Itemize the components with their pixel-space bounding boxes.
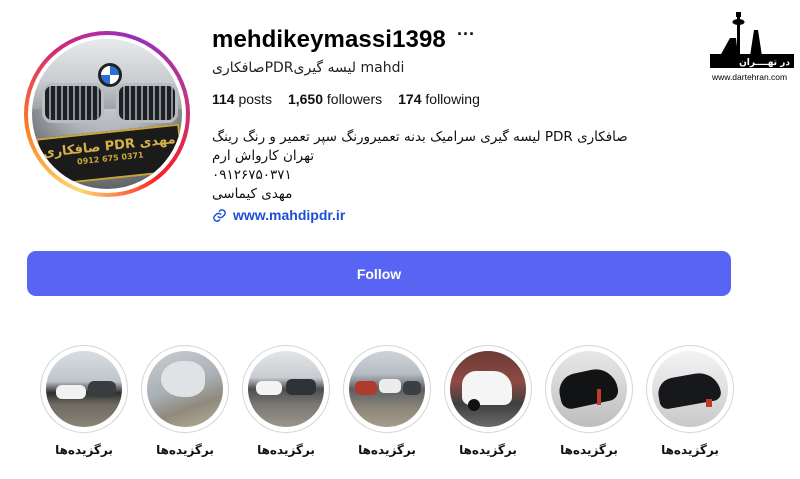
posts-label: posts <box>238 91 272 107</box>
highlight-ring <box>242 345 330 433</box>
highlight-thumbnail <box>450 351 526 427</box>
car-shape <box>655 369 723 411</box>
taillight-shape <box>597 389 601 405</box>
ellipsis-icon[interactable]: ··· <box>457 24 475 45</box>
story-highlight[interactable]: برگزیده‌ها <box>444 345 532 457</box>
profile-username: mehdikeymassi1398 <box>212 26 446 53</box>
car-shape <box>88 381 116 397</box>
bio-line: مهدی کیماسی <box>212 186 293 202</box>
story-highlight[interactable]: برگزیده‌ها <box>646 345 734 457</box>
story-highlight[interactable]: برگزیده‌ها <box>141 345 229 457</box>
red-mark-shape <box>706 399 712 407</box>
car-shape <box>56 385 86 399</box>
logo-title: در تهــــران <box>739 58 790 68</box>
followers-label: followers <box>326 91 383 107</box>
highlight-ring <box>545 345 633 433</box>
profile-bio: صافکاری PDR لیسه گیری سرامیک بدنه تعمیرو… <box>212 128 628 204</box>
profile-avatar[interactable]: صافکاری PDR مهدی 0912 675 0371 <box>32 39 182 189</box>
highlight-thumbnail <box>551 351 627 427</box>
following-label: following <box>425 91 480 107</box>
highlight-thumbnail <box>349 351 425 427</box>
avatar-grille-right <box>116 83 178 123</box>
profile-full-name: صافکاریPDRلیسه گیری mahdi <box>212 60 405 76</box>
website-link[interactable]: www.mahdipdr.ir <box>212 207 345 223</box>
highlight-label: برگزیده‌ها <box>560 443 618 457</box>
website-url: www.mahdipdr.ir <box>233 207 346 223</box>
follow-button[interactable]: Follow <box>27 251 731 296</box>
highlight-label: برگزیده‌ها <box>661 443 719 457</box>
car-shape <box>556 365 620 411</box>
highlight-ring <box>444 345 532 433</box>
posts-count: 114 <box>212 91 235 107</box>
watermark-site: www.dartehran.com <box>712 72 788 82</box>
followers-stat[interactable]: 1,650 followers <box>288 91 382 107</box>
car-shape <box>379 379 401 393</box>
car-shape <box>256 381 282 395</box>
highlight-label: برگزیده‌ها <box>358 443 416 457</box>
posts-stat[interactable]: 114 posts <box>212 91 272 107</box>
highlight-label: برگزیده‌ها <box>156 443 214 457</box>
followers-count: 1,650 <box>287 91 323 107</box>
profile-avatar-ring[interactable]: صافکاری PDR مهدی 0912 675 0371 <box>24 31 190 197</box>
highlight-label: برگزیده‌ها <box>459 443 517 457</box>
story-highlight[interactable]: برگزیده‌ها <box>242 345 330 457</box>
avatar-grille-left <box>42 83 104 123</box>
highlight-ring <box>141 345 229 433</box>
following-count: 174 <box>398 91 422 107</box>
highlight-label: برگزیده‌ها <box>257 443 315 457</box>
car-part-shape <box>161 361 205 397</box>
highlight-thumbnail <box>147 351 223 427</box>
highlight-thumbnail <box>248 351 324 427</box>
bio-line: صافکاری PDR لیسه گیری سرامیک بدنه تعمیرو… <box>212 129 628 145</box>
highlight-ring <box>646 345 734 433</box>
highlight-thumbnail <box>652 351 728 427</box>
story-highlight[interactable]: برگزیده‌ها <box>545 345 633 457</box>
highlight-ring <box>40 345 128 433</box>
story-highlight[interactable]: برگزیده‌ها <box>343 345 431 457</box>
bio-line: ۰۹۱۲۶۷۵۰۳۷۱ <box>212 167 292 183</box>
car-shape <box>355 381 377 395</box>
bio-line: تهران کارواش ارم <box>212 148 315 164</box>
wheel-shape <box>468 399 480 411</box>
bmw-logo-icon <box>98 63 122 87</box>
avatar-plate: صافکاری PDR مهدی 0912 675 0371 <box>35 123 182 187</box>
following-stat[interactable]: 174 following <box>398 91 480 107</box>
story-highlight[interactable]: برگزیده‌ها <box>40 345 128 457</box>
highlight-ring <box>343 345 431 433</box>
highlight-label: برگزیده‌ها <box>55 443 113 457</box>
car-shape <box>286 379 316 395</box>
profile-stats: 114 posts 1,650 followers 174 following <box>212 91 480 107</box>
link-icon <box>213 208 226 222</box>
car-shape <box>403 381 421 395</box>
highlight-thumbnail <box>46 351 122 427</box>
